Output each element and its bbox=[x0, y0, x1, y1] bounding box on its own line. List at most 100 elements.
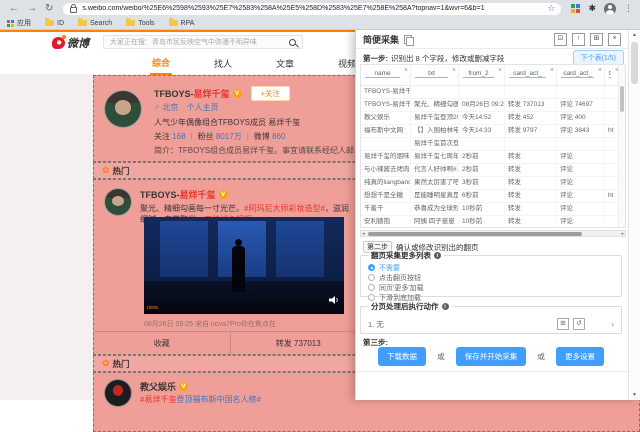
back-icon[interactable]: ← bbox=[9, 0, 19, 17]
speaker-icon[interactable] bbox=[329, 291, 339, 309]
stat-关注[interactable]: 关注 168 bbox=[154, 132, 186, 141]
table-row[interactable]: 教父娱乐易烊千玺登顶20…今天14:52转发 452评论 400 bbox=[361, 112, 625, 125]
action-转发[interactable]: 转发 737013 bbox=[231, 332, 368, 354]
gender-male-icon: ♂ bbox=[154, 103, 160, 112]
radio-同页'更多'加载[interactable]: 同页'更多'加载 bbox=[368, 283, 614, 292]
action-收藏[interactable]: 收藏 bbox=[94, 332, 231, 354]
remove-column-icon[interactable]: × bbox=[550, 67, 554, 74]
column-header: card_act_ × bbox=[505, 65, 557, 85]
download-data-button[interactable]: 下载数据 bbox=[378, 347, 426, 366]
scrollbar-thumb[interactable] bbox=[620, 86, 624, 112]
post-author-keyword[interactable]: 易烊千玺 bbox=[180, 188, 216, 201]
action-grid-icon[interactable]: ⊞ bbox=[557, 318, 569, 330]
post-timestamp[interactable]: 08月26日 09:25 来自 nova7Pro你在焦点在 bbox=[144, 319, 276, 329]
radio-不需要[interactable]: 不需要 bbox=[368, 263, 614, 272]
stat-微博[interactable]: 微博 860 bbox=[254, 132, 286, 141]
post-author-prefix[interactable]: TFBOYS- bbox=[140, 190, 180, 200]
tab-找人[interactable]: 找人 bbox=[212, 53, 234, 74]
table-row[interactable]: 与小辣酱去烤肉代言人好帅啊#…2秒前转发评论 bbox=[361, 164, 625, 177]
table-row[interactable]: 想想千是全糖是能睡明星真是…6秒前转发评论ht bbox=[361, 190, 625, 203]
tab-综合[interactable]: 综合 bbox=[150, 52, 172, 75]
copy-pages-icon[interactable] bbox=[404, 35, 412, 44]
save-and-start-button[interactable]: 保存并开始采集 bbox=[456, 347, 527, 366]
bookmark-label: Search bbox=[90, 20, 112, 27]
table-row[interactable]: 纯真的liangbancai果然太厉害了吧…3秒前转发评论 bbox=[361, 177, 625, 190]
address-bar[interactable]: s.weibo.com/weibo/%25E6%2598%2593%25E7%2… bbox=[63, 3, 561, 15]
stat-粉丝[interactable]: 粉丝 8017万 bbox=[198, 132, 242, 141]
apps-shortcut[interactable]: 应用 bbox=[7, 18, 31, 28]
scrollbar-thumb[interactable] bbox=[368, 232, 582, 236]
post1-text-part[interactable]: #阿玛尼大师彩妆造型# bbox=[244, 204, 325, 213]
remove-column-icon[interactable]: × bbox=[598, 67, 602, 74]
grid-view-icon[interactable]: ⊞ bbox=[590, 33, 603, 46]
tab-文章[interactable]: 文章 bbox=[274, 53, 296, 74]
search-icon[interactable] bbox=[289, 39, 296, 46]
remove-column-icon[interactable]: × bbox=[498, 67, 502, 74]
remove-column-icon[interactable]: × bbox=[452, 67, 456, 74]
profile-avatar-icon[interactable] bbox=[604, 3, 616, 15]
column-name-input[interactable]: from_2 bbox=[463, 70, 494, 78]
extension-asterisk-icon[interactable]: ✱ bbox=[588, 3, 596, 14]
post2-author-avatar[interactable] bbox=[104, 379, 132, 407]
profile-page-link[interactable]: 个人主页 bbox=[186, 103, 218, 112]
collapse-top-icon[interactable]: ↑ bbox=[572, 33, 585, 46]
remove-column-icon[interactable]: × bbox=[404, 67, 408, 74]
table-row[interactable]: 安利猹抱阿姨 四子崽崽10秒前转发评论 bbox=[361, 216, 625, 228]
post-video-thumbnail[interactable]: nova bbox=[144, 217, 344, 314]
table-cell: 转发 bbox=[505, 190, 557, 202]
scrollbar-thumb[interactable] bbox=[631, 42, 638, 84]
action-value[interactable]: 1. 无 bbox=[368, 319, 384, 330]
step1-row: 第一步: 识别出 8 个字段，修改或删减字段 下个表(1/5) bbox=[363, 51, 624, 65]
table-row[interactable]: 福布斯中文网【】入围柏林电…今天14:33转发 9797评论 3843ht bbox=[361, 125, 625, 138]
table-cell: 10秒前 bbox=[459, 203, 505, 215]
follow-button[interactable]: +关注 bbox=[251, 86, 290, 101]
info-icon[interactable]: i bbox=[434, 252, 441, 259]
column-name-input[interactable]: tim bbox=[609, 70, 611, 78]
forward-icon[interactable]: → bbox=[27, 0, 37, 17]
post2-author-name[interactable]: 教父娱乐 bbox=[140, 380, 176, 393]
table-row[interactable]: 千羞千恭喜成为全球形…10秒前转发评论 bbox=[361, 203, 625, 216]
scroll-right-icon[interactable]: ▸ bbox=[621, 231, 624, 237]
browser-menu-icon[interactable]: ⋮ bbox=[624, 3, 633, 14]
reload-icon[interactable]: ↻ bbox=[45, 0, 53, 17]
table-horizontal-scrollbar[interactable]: ◂ ▸ bbox=[360, 230, 626, 237]
table-row[interactable]: TFBOYS-易烊千玺 bbox=[361, 86, 625, 99]
column-name-input[interactable]: card_act_ bbox=[561, 70, 594, 78]
table-cell: 转发 bbox=[505, 216, 557, 228]
user-name-keyword[interactable]: 易烊千玺 bbox=[194, 87, 230, 100]
bookmark-folder-Search[interactable]: Search bbox=[78, 20, 112, 27]
more-settings-button[interactable]: 更多设置 bbox=[556, 347, 604, 366]
user-name-prefix[interactable]: TFBOYS- bbox=[154, 89, 194, 99]
table-row[interactable]: 易烊千玺首次登… bbox=[361, 138, 625, 151]
scraper-extension-icon[interactable] bbox=[571, 4, 580, 13]
bookmark-folder-ID[interactable]: ID bbox=[45, 20, 64, 27]
column-name-input[interactable]: name bbox=[365, 70, 400, 78]
column-name-input[interactable]: card_act_ bbox=[509, 70, 546, 78]
radio-点击翻页按钮[interactable]: 点击翻页按钮 bbox=[368, 273, 614, 282]
table-row[interactable]: 易烊千玺的烟味…易烊千玺七周年…2秒前转发评论 bbox=[361, 151, 625, 164]
chevron-right-icon[interactable]: › bbox=[611, 319, 614, 329]
user-avatar[interactable] bbox=[104, 90, 142, 128]
location-link[interactable]: 北京 bbox=[162, 103, 178, 112]
table-row[interactable]: TFBOYS-易烊千玺聚光、精细勾画…08月26日 09:25转发 737013… bbox=[361, 99, 625, 112]
info-icon[interactable]: i bbox=[442, 303, 449, 310]
scroll-down-icon[interactable]: ▼ bbox=[629, 392, 640, 398]
column-header: name × bbox=[361, 65, 411, 85]
scroll-up-icon[interactable]: ▲ bbox=[629, 32, 640, 38]
weibo-search-input[interactable] bbox=[103, 35, 303, 49]
bookmark-folder-RPA[interactable]: RPA bbox=[169, 20, 195, 27]
post-author-avatar[interactable] bbox=[104, 188, 132, 216]
table-vertical-scrollbar[interactable] bbox=[618, 65, 625, 227]
panel-scrollbar[interactable]: ▲ ▼ bbox=[628, 30, 640, 400]
action-undo-icon[interactable]: ↺ bbox=[573, 318, 585, 330]
table-cell: 今天14:52 bbox=[459, 112, 505, 124]
select-region-icon[interactable]: ⊡ bbox=[554, 33, 567, 46]
bookmark-folder-Tools[interactable]: Tools bbox=[126, 20, 154, 27]
panel-header: 简便采集 ⊡ ↑ ⊞ × bbox=[356, 30, 628, 49]
column-name-input[interactable]: txt bbox=[415, 70, 448, 78]
table-cell: 2秒前 bbox=[459, 164, 505, 176]
scroll-left-icon[interactable]: ◂ bbox=[362, 231, 365, 237]
close-panel-icon[interactable]: × bbox=[608, 33, 621, 46]
bookmark-star-icon[interactable]: ☆ bbox=[547, 3, 555, 14]
weibo-logo[interactable]: 微博 bbox=[52, 35, 89, 51]
